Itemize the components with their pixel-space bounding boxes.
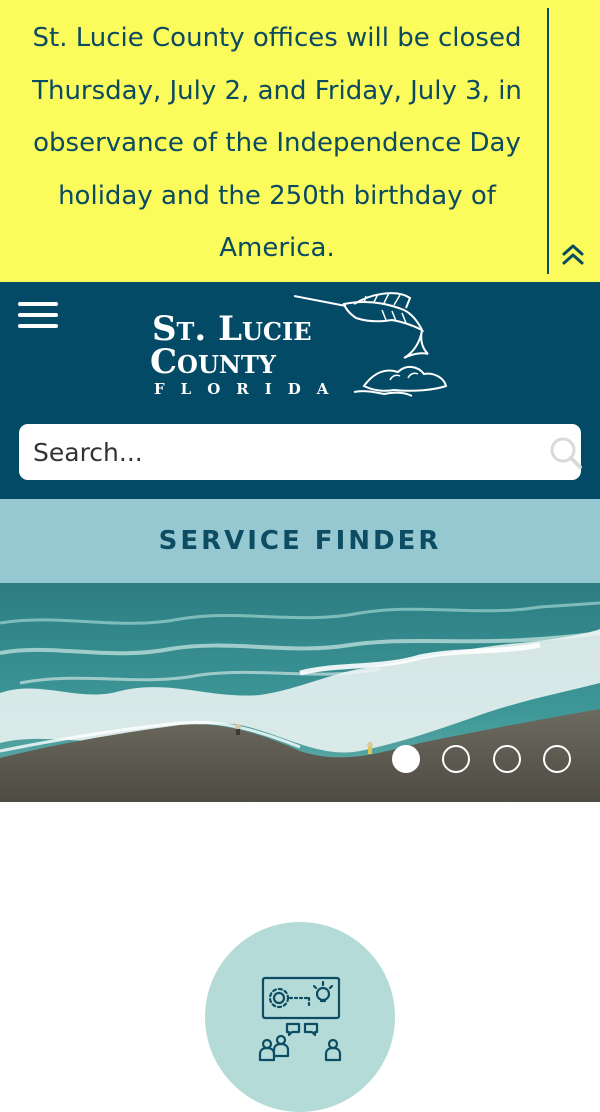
service-finder-button[interactable]: SERVICE FINDER [0,499,600,583]
alert-banner: St. Lucie County offices will be closed … [0,0,600,282]
search-bar [19,424,583,480]
carousel-dot-4[interactable] [543,745,571,773]
chevron-double-up-icon [562,244,584,265]
hamburger-menu-button[interactable] [18,300,60,330]
collapse-alert-button[interactable] [558,240,588,270]
carousel-dot-1[interactable] [392,745,420,773]
alert-divider [547,8,549,274]
alert-message: St. Lucie County offices will be closed … [32,23,522,263]
logo-line1: St. Lucie [152,309,312,349]
marlin-logo-icon [294,292,448,397]
hamburger-menu-icon [18,302,58,306]
carousel-dot-2[interactable] [442,745,470,773]
carousel-indicators [390,745,580,775]
search-icon[interactable] [549,436,583,470]
feature-tile[interactable] [205,922,395,1112]
logo-line2: County [150,342,276,382]
community-engagement-icon [258,976,342,1062]
search-input[interactable] [33,424,523,480]
site-logo[interactable]: St. Lucie County FLORIDA [148,292,454,406]
site-header: St. Lucie County FLORIDA [0,282,600,499]
carousel-dot-3[interactable] [493,745,521,773]
service-finder-label: SERVICE FINDER [158,526,442,556]
hero-carousel [0,583,600,802]
